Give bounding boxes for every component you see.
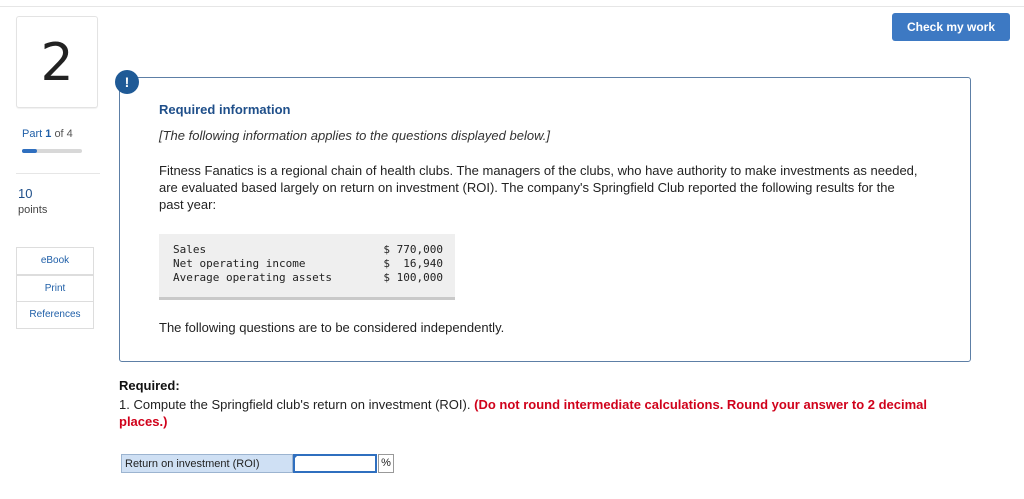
alert-icon: ! — [115, 70, 139, 94]
required-heading: Required: — [119, 378, 180, 393]
roi-answer-label: Return on investment (ROI) — [121, 454, 293, 473]
points-value: 10 — [18, 186, 33, 201]
row-value: $ 100,000 — [383, 271, 443, 284]
ebook-button[interactable]: eBook — [16, 247, 94, 275]
row-value: $ 770,000 — [383, 243, 443, 256]
roi-answer-input[interactable] — [293, 454, 377, 473]
input-corner-marker — [293, 454, 299, 460]
rail-divider — [16, 173, 100, 174]
part-current: 1 — [45, 128, 52, 140]
print-button[interactable]: Print — [16, 275, 94, 303]
part-progress-bar — [22, 149, 82, 153]
financial-data-table: Sales $ 770,000 Net operating income $ 1… — [159, 234, 455, 300]
row-label: Average operating assets — [173, 271, 332, 284]
required-information-title: Required information — [159, 102, 291, 117]
part-indicator: Part 1 of 4 — [22, 128, 73, 140]
part-of: of 4 — [54, 128, 73, 140]
row-label: Net operating income — [173, 257, 306, 270]
points-label: points — [18, 204, 48, 216]
check-my-work-button[interactable]: Check my work — [892, 13, 1010, 41]
question-number-box: 2 — [16, 16, 98, 108]
top-divider — [0, 6, 1024, 7]
question-number: 2 — [40, 33, 74, 93]
independence-note: The following questions are to be consid… — [159, 320, 505, 335]
question-1-text: 1. Compute the Springfield club's return… — [119, 397, 471, 412]
percent-unit: % — [378, 454, 394, 473]
part-label: Part — [22, 128, 43, 140]
table-row: Sales $ 770,000 — [173, 243, 443, 257]
table-row: Net operating income $ 16,940 — [173, 257, 443, 271]
part-progress-fill — [22, 149, 37, 153]
references-button[interactable]: References — [16, 301, 94, 329]
required-information-panel: Required information [The following info… — [119, 77, 971, 362]
row-value: $ 16,940 — [383, 257, 443, 270]
scenario-paragraph: Fitness Fanatics is a regional chain of … — [159, 163, 918, 212]
applies-note: [The following information applies to th… — [159, 128, 550, 143]
question-1: 1. Compute the Springfield club's return… — [119, 396, 979, 430]
table-row: Average operating assets $ 100,000 — [173, 271, 443, 285]
row-label: Sales — [173, 243, 207, 256]
